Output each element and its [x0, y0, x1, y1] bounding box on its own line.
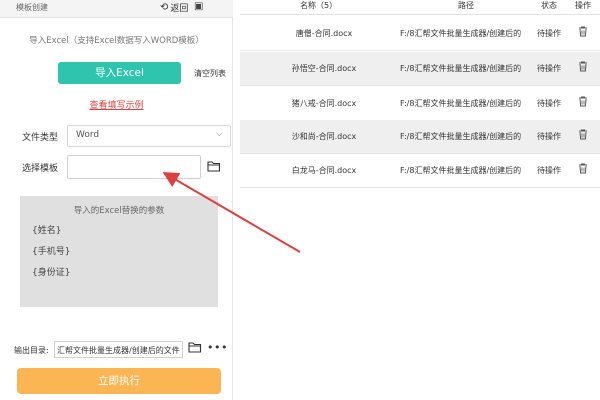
left-panel: 模板创建 ⟲ 返回 ▣ 导入Excel（支持Excel数据写入WORD模板） 导…: [0, 0, 233, 400]
row-path: F:/8汇帮文件批量生成器/创建后的: [400, 132, 522, 141]
row-status: 待操作: [537, 64, 561, 73]
back-label: 返回: [170, 4, 189, 14]
file-type-select[interactable]: Word ⌵: [67, 125, 231, 147]
template-label: 选择模板: [22, 164, 59, 174]
example-link[interactable]: 查看填写示例: [0, 98, 233, 111]
table-header: 名称（5） 路径 状态 操作: [240, 0, 600, 15]
param-item: {身份证}: [32, 268, 71, 278]
app-window: 模板创建 ⟲ 返回 ▣ 导入Excel（支持Excel数据写入WORD模板） 导…: [0, 0, 600, 400]
trash-icon[interactable]: [578, 96, 590, 107]
undo-arrow-icon: ⟲: [160, 2, 169, 13]
window-title: 模板创建: [16, 3, 48, 12]
folder-icon[interactable]: [207, 160, 221, 175]
clear-list-button[interactable]: 清空列表: [194, 68, 226, 79]
params-panel: 导入的Excel替换的参数 {姓名} {手机号} {身份证}: [20, 196, 218, 307]
row-status: 待操作: [537, 166, 561, 175]
row-name: 唐僧-合同.docx: [295, 29, 353, 38]
table-row[interactable]: 孙悟空-合同.docx F:/8汇帮文件批量生成器/创建后的 待操作: [240, 52, 600, 86]
param-item: {手机号}: [32, 247, 71, 257]
more-dots-icon[interactable]: •••: [207, 341, 228, 354]
top-bar: 模板创建 ⟲ 返回 ▣: [0, 0, 233, 18]
row-path: F:/8汇帮文件批量生成器/创建后的: [400, 29, 522, 38]
trash-icon[interactable]: [578, 163, 590, 174]
row-status: 待操作: [537, 29, 561, 38]
file-table: 名称（5） 路径 状态 操作 唐僧-合同.docx F:/8汇帮文件批量生成器/…: [240, 0, 600, 400]
file-type-label: 文件类型: [22, 133, 59, 143]
header-status: 状态: [541, 1, 557, 10]
save-icon[interactable]: ▣: [194, 1, 203, 12]
table-row[interactable]: 唐僧-合同.docx F:/8汇帮文件批量生成器/创建后的 待操作: [240, 17, 600, 51]
folder-icon[interactable]: [188, 341, 202, 356]
row-status: 待操作: [537, 99, 561, 108]
row-path: F:/8汇帮文件批量生成器/创建后的: [400, 64, 522, 73]
output-dir-label: 输出目录:: [14, 346, 49, 355]
row-path: F:/8汇帮文件批量生成器/创建后的: [400, 166, 522, 175]
template-input[interactable]: [67, 155, 201, 179]
run-button[interactable]: 立即执行: [17, 368, 221, 394]
header-action: 操作: [575, 1, 591, 10]
trash-icon[interactable]: [578, 26, 590, 37]
row-name: 孙悟空-合同.docx: [291, 64, 357, 73]
table-row[interactable]: 猪八戒-合同.docx F:/8汇帮文件批量生成器/创建后的 待操作: [240, 87, 600, 121]
file-type-value: Word: [76, 130, 100, 140]
row-name: 白龙马-合同.docx: [291, 166, 357, 175]
table-row[interactable]: 沙和尚-合同.docx F:/8汇帮文件批量生成器/创建后的 待操作: [240, 120, 600, 154]
back-button[interactable]: ⟲ 返回: [160, 1, 188, 14]
import-excel-button[interactable]: 导入Excel: [58, 62, 181, 84]
row-name: 猪八戒-合同.docx: [291, 99, 357, 108]
output-dir-field[interactable]: 汇帮文件批量生成器/创建后的文件: [54, 341, 183, 358]
trash-icon[interactable]: [578, 129, 590, 140]
chevron-down-icon: ⌵: [216, 129, 223, 139]
trash-icon[interactable]: [578, 61, 590, 72]
import-hint: 导入Excel（支持Excel数据写入WORD模板）: [29, 36, 204, 46]
header-path: 路径: [458, 1, 474, 10]
table-row[interactable]: 白龙马-合同.docx F:/8汇帮文件批量生成器/创建后的 待操作: [240, 154, 600, 188]
param-item: {姓名}: [32, 226, 62, 236]
row-path: F:/8汇帮文件批量生成器/创建后的: [400, 99, 522, 108]
header-name: 名称（5）: [300, 1, 338, 10]
params-title: 导入的Excel替换的参数: [73, 206, 165, 216]
row-name: 沙和尚-合同.docx: [291, 132, 357, 141]
row-status: 待操作: [537, 132, 561, 141]
